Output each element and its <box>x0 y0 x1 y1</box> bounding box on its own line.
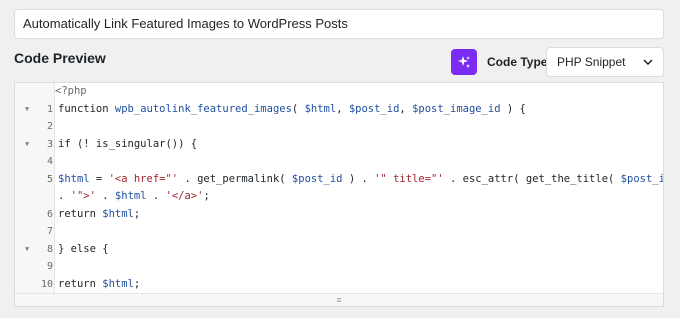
code-type-label: Code Type <box>487 55 548 69</box>
line-number: 9 <box>46 261 53 272</box>
code-type-value: PHP Snippet <box>557 55 626 69</box>
line-number: 10 <box>40 278 53 290</box>
snippet-title-input[interactable]: Automatically Link Featured Images to Wo… <box>14 9 664 39</box>
editor-resize-handle[interactable]: ≡ <box>15 293 663 306</box>
code-line: ▼ 3 if (! is_singular()) { <box>15 136 663 154</box>
code-line: ▼ 8 } else { <box>15 241 663 259</box>
code-line: 7 <box>15 223 663 241</box>
drag-handle-icon: ≡ <box>336 295 342 305</box>
line-number: 4 <box>46 156 53 167</box>
php-open-tag: <?php <box>55 85 87 97</box>
code-line: 6 return $html; <box>15 206 663 224</box>
line-number: 6 <box>46 208 53 220</box>
code-line: <?php <box>15 83 663 101</box>
line-number: 7 <box>46 226 53 237</box>
line-number: 8 <box>46 243 53 255</box>
code-line-wrap: . '">' . $html . '</a>'; <box>58 190 210 202</box>
code-line: 10 return $html; <box>15 276 663 294</box>
code-editor[interactable]: <?php ▼ 1 function wpb_autolink_featured… <box>14 82 664 307</box>
code-line: 9 <box>15 258 663 276</box>
chevron-down-icon <box>643 59 653 65</box>
ai-generate-button[interactable] <box>451 49 477 75</box>
line-number: 1 <box>46 103 53 115</box>
sparkle-icon <box>458 56 470 68</box>
code-preview-heading: Code Preview <box>14 50 106 66</box>
code-line: 5 $html = '<a href="' . get_permalink( $… <box>15 171 663 189</box>
line-number: 3 <box>46 138 53 150</box>
line-number: 5 <box>46 173 53 185</box>
code-line: 4 <box>15 153 663 171</box>
code-line: ▼ 1 function wpb_autolink_featured_image… <box>15 101 663 119</box>
code-area[interactable]: <?php ▼ 1 function wpb_autolink_featured… <box>15 83 663 293</box>
code-line: 2 <box>15 118 663 136</box>
code-type-select[interactable]: PHP Snippet <box>546 47 664 77</box>
line-number: 2 <box>46 121 53 132</box>
